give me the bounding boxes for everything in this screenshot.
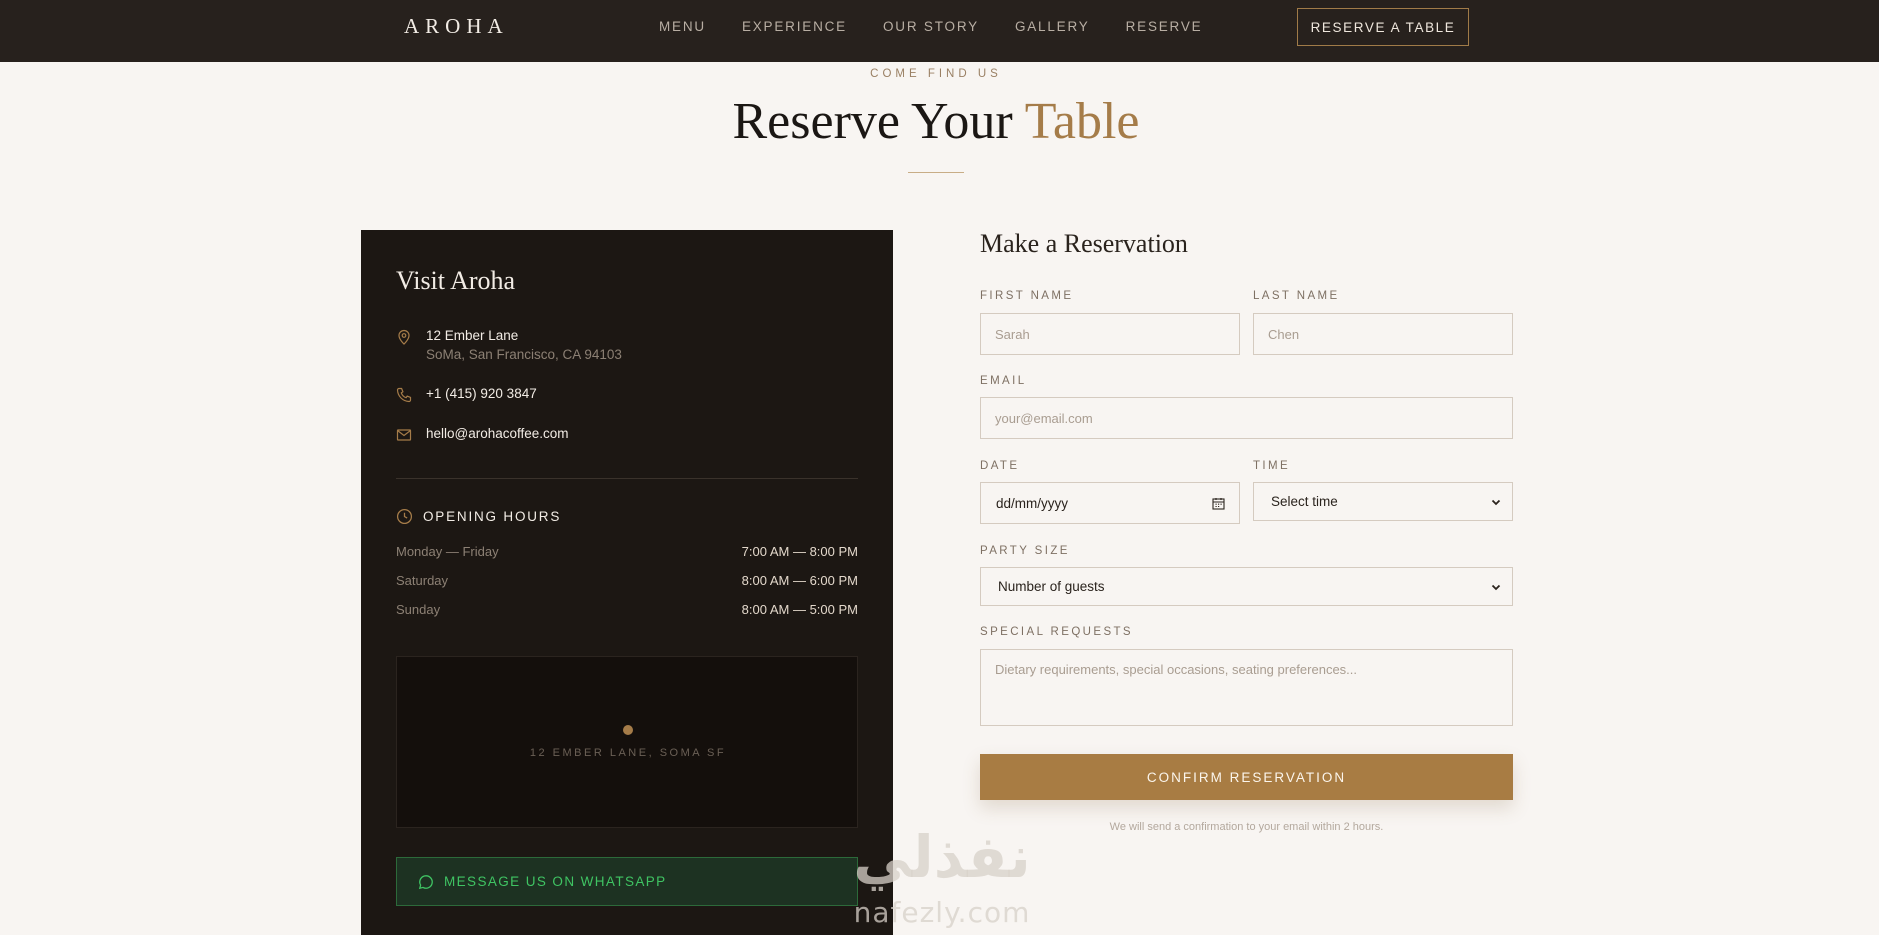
hours-header: OPENING HOURS	[396, 508, 561, 525]
nav-link-reserve[interactable]: RESERVE	[1126, 18, 1203, 36]
special-requests-input[interactable]	[980, 649, 1513, 726]
mail-icon	[396, 429, 412, 441]
map-pin-icon	[398, 329, 410, 345]
whatsapp-label: MESSAGE US ON WHATSAPP	[444, 874, 667, 889]
page-title-main: Reserve Your	[732, 93, 1013, 150]
phone-icon	[396, 387, 412, 403]
hours-day: Monday — Friday	[396, 544, 499, 559]
phone-number[interactable]: +1 (415) 920 3847	[426, 385, 537, 403]
brand-logo[interactable]: AROHA	[404, 14, 509, 39]
reserve-table-button[interactable]: RESERVE A TABLE	[1297, 8, 1469, 46]
party-size-select[interactable]: Number of guests	[980, 567, 1513, 606]
hours-time: 8:00 AM — 5:00 PM	[741, 602, 858, 617]
date-value: dd/mm/yyyy	[996, 495, 1069, 511]
date-label: DATE	[980, 460, 1020, 472]
chevron-down-icon	[1491, 584, 1501, 590]
nav-link-experience[interactable]: EXPERIENCE	[742, 18, 847, 36]
confirm-reservation-button[interactable]: CONFIRM RESERVATION	[980, 754, 1513, 800]
map-placeholder[interactable]: 12 EMBER LANE, SOMA SF	[396, 656, 858, 828]
hours-time: 7:00 AM — 8:00 PM	[741, 544, 858, 559]
page-title: Reserve Your Table	[0, 92, 1872, 152]
time-select-value: Select time	[1271, 494, 1338, 509]
last-name-input[interactable]	[1253, 313, 1513, 355]
section-eyebrow: COME FIND US	[870, 68, 1002, 80]
visit-info-card: Visit Aroha 12 Ember Lane SoMa, San Fran…	[361, 230, 893, 935]
nav-link-menu[interactable]: MENU	[659, 18, 706, 36]
chat-bubble-icon	[418, 874, 433, 889]
nav-links: MENU EXPERIENCE OUR STORY GALLERY RESERV…	[659, 18, 1238, 36]
top-nav: AROHA MENU EXPERIENCE OUR STORY GALLERY …	[0, 0, 1879, 62]
clock-icon	[396, 508, 413, 525]
email-address[interactable]: hello@arohacoffee.com	[426, 425, 569, 443]
time-select[interactable]: Select time	[1253, 482, 1513, 521]
email-label: EMAIL	[980, 375, 1027, 387]
hours-title: OPENING HOURS	[423, 509, 562, 524]
chevron-down-icon	[1491, 499, 1501, 505]
whatsapp-button[interactable]: MESSAGE US ON WHATSAPP	[396, 857, 858, 906]
page-title-accent: Table	[1024, 93, 1140, 150]
party-size-label: PARTY SIZE	[980, 545, 1070, 557]
address-line-1: 12 Ember Lane	[426, 328, 519, 343]
hours-row: Monday — Friday 7:00 AM — 8:00 PM	[396, 544, 858, 559]
phone-row: +1 (415) 920 3847	[396, 385, 537, 403]
confirmation-note: We will send a confirmation to your emai…	[1109, 821, 1384, 833]
hours-row: Saturday 8:00 AM — 6:00 PM	[396, 573, 858, 588]
map-label: 12 EMBER LANE, SOMA SF	[529, 747, 727, 759]
nav-link-our-story[interactable]: OUR STORY	[883, 18, 979, 36]
time-label: TIME	[1253, 460, 1291, 472]
hours-row: Sunday 8:00 AM — 5:00 PM	[396, 602, 858, 617]
card-divider	[396, 478, 858, 479]
party-size-value: Number of guests	[998, 579, 1105, 594]
hours-day: Saturday	[396, 573, 449, 588]
address-line-2: SoMa, San Francisco, CA 94103	[426, 347, 622, 362]
nav-link-gallery[interactable]: GALLERY	[1015, 18, 1090, 36]
title-divider	[908, 172, 964, 173]
address-row: 12 Ember Lane SoMa, San Francisco, CA 94…	[396, 327, 622, 364]
hours-time: 8:00 AM — 6:00 PM	[741, 573, 858, 588]
hours-day: Sunday	[396, 602, 441, 617]
last-name-label: LAST NAME	[1253, 290, 1340, 302]
first-name-input[interactable]	[980, 313, 1240, 355]
special-requests-label: SPECIAL REQUESTS	[980, 626, 1134, 638]
calendar-icon[interactable]	[1212, 497, 1225, 510]
date-input[interactable]: dd/mm/yyyy	[980, 482, 1240, 524]
email-input[interactable]	[980, 397, 1513, 439]
first-name-label: FIRST NAME	[980, 290, 1074, 302]
email-row: hello@arohacoffee.com	[396, 425, 569, 443]
card-title: Visit Aroha	[396, 266, 516, 295]
form-title: Make a Reservation	[980, 229, 1188, 258]
map-marker	[623, 725, 633, 735]
